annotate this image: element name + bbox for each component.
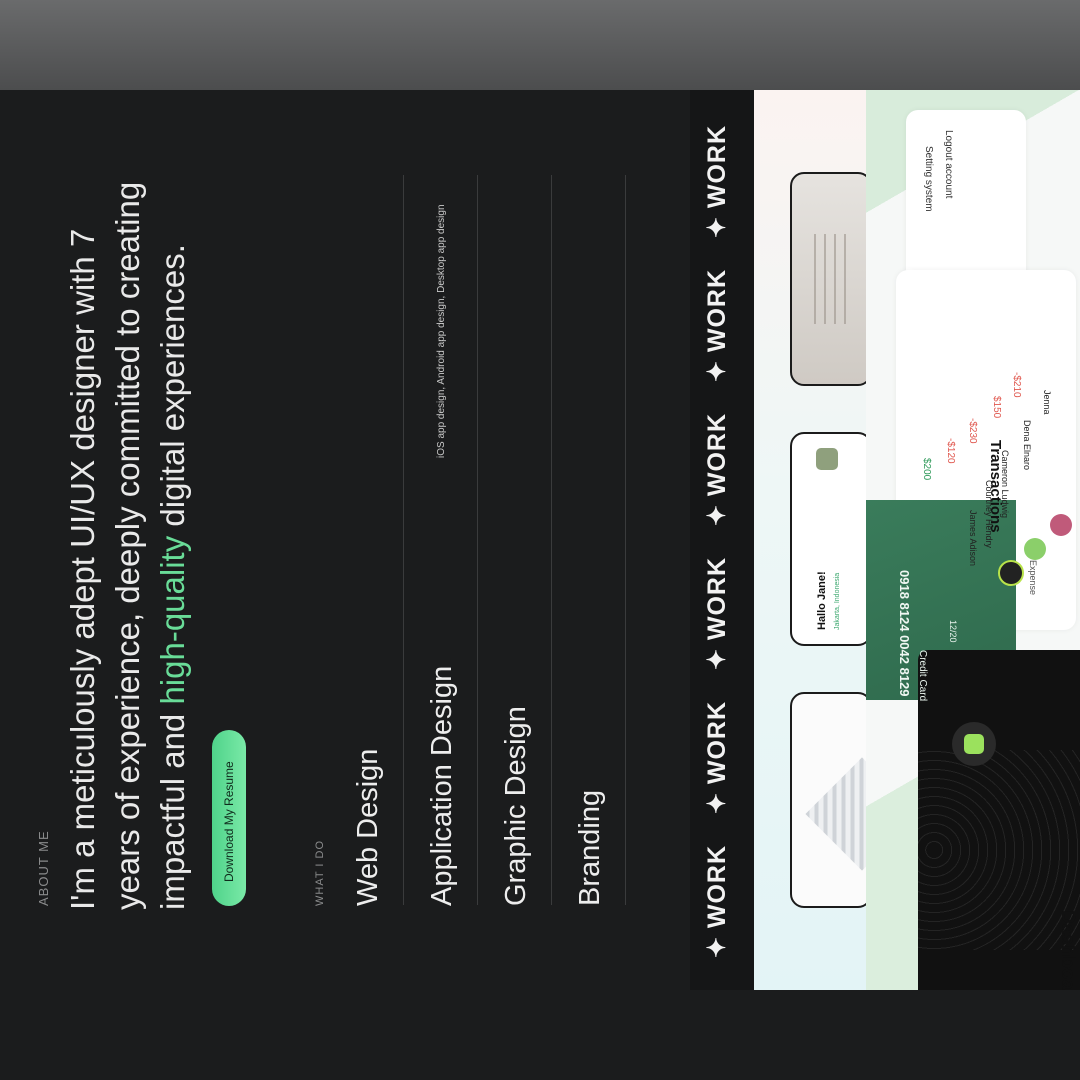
service-branding[interactable]: Branding xyxy=(574,790,607,906)
portfolio-page: ABOUT ME I'm a meticulously adept UI/UX … xyxy=(0,90,1080,990)
hello-title: Hallo Jane! xyxy=(816,571,828,630)
service-divider xyxy=(477,175,478,905)
service-web-design[interactable]: Web Design xyxy=(352,749,385,906)
dashboard-title: Dashboard xyxy=(1057,910,1078,990)
dashboard-mockup[interactable]: Dashboard Transactions Credit Card 0918 … xyxy=(866,90,1080,990)
transaction-name: Courtney Hendry xyxy=(984,480,994,549)
work-marquee-item: ✦ WORK xyxy=(703,700,731,814)
work-marquee-item: ✦ WORK xyxy=(703,844,731,958)
transaction-amount: $200 xyxy=(921,458,932,481)
work-marquee-item: ✦ WORK xyxy=(703,556,731,670)
transaction-name: Cameron Ludwig xyxy=(1000,450,1010,519)
download-resume-label: Download My Resume xyxy=(222,761,236,882)
transaction-amount: -$210 xyxy=(1011,372,1022,398)
bottom-bar xyxy=(0,990,1080,1080)
setting-menu-item: Setting system xyxy=(923,146,934,212)
what-i-do-label: WHAT I DO xyxy=(314,839,326,906)
transaction-name: James Adison xyxy=(968,510,978,567)
transaction-amount: -$230 xyxy=(967,418,978,444)
expense-label: Expense xyxy=(1028,560,1038,596)
avatar xyxy=(998,560,1024,586)
service-divider xyxy=(403,175,404,905)
avatar xyxy=(816,448,838,470)
card-label: Credit Card xyxy=(917,650,928,702)
interior-image xyxy=(814,234,850,324)
transaction-amount: $150 xyxy=(991,396,1002,419)
service-application-design[interactable]: Application Design xyxy=(426,666,459,906)
logout-menu-item: Logout account xyxy=(943,130,954,199)
avatar xyxy=(1024,538,1046,560)
3d-shape-image xyxy=(805,757,870,871)
transaction-name: Jenna xyxy=(1042,390,1052,415)
camera-icon xyxy=(952,722,996,766)
project-card-interior[interactable] xyxy=(790,172,872,386)
top-bar xyxy=(0,0,1080,90)
download-resume-button[interactable]: Download My Resume xyxy=(212,730,246,906)
work-marquee[interactable]: ✦ WORK ✦ WORK ✦ WORK ✦ WORK ✦ WORK ✦ WOR… xyxy=(690,90,754,990)
service-application-description: iOS app design, Android app design, Desk… xyxy=(436,204,447,458)
headline-text-2: digital experiences. xyxy=(154,244,191,536)
hello-location: Jakarta, Indonesia xyxy=(834,572,841,630)
work-marquee-item: ✦ WORK xyxy=(703,412,731,526)
avatar xyxy=(1050,514,1072,536)
project-card-app[interactable]: Hallo Jane! Jakarta, Indonesia xyxy=(790,432,872,646)
card-number: 0918 8124 0042 8129 xyxy=(897,570,912,697)
transaction-name: Dena Elnaro xyxy=(1022,420,1032,471)
project-card-3d[interactable] xyxy=(790,692,872,908)
work-marquee-item: ✦ WORK xyxy=(703,124,731,238)
service-graphic-design[interactable]: Graphic Design xyxy=(500,706,533,906)
about-headline: I'm a meticulously adept UI/UX designer … xyxy=(60,170,195,910)
headline-accent: high-quality xyxy=(154,535,191,705)
about-label: ABOUT ME xyxy=(36,830,51,906)
card-expiry: 12/20 xyxy=(948,620,958,643)
work-marquee-item: ✦ WORK xyxy=(703,268,731,382)
service-divider xyxy=(551,175,552,905)
transaction-amount: -$120 xyxy=(945,438,956,464)
service-divider xyxy=(625,175,626,905)
